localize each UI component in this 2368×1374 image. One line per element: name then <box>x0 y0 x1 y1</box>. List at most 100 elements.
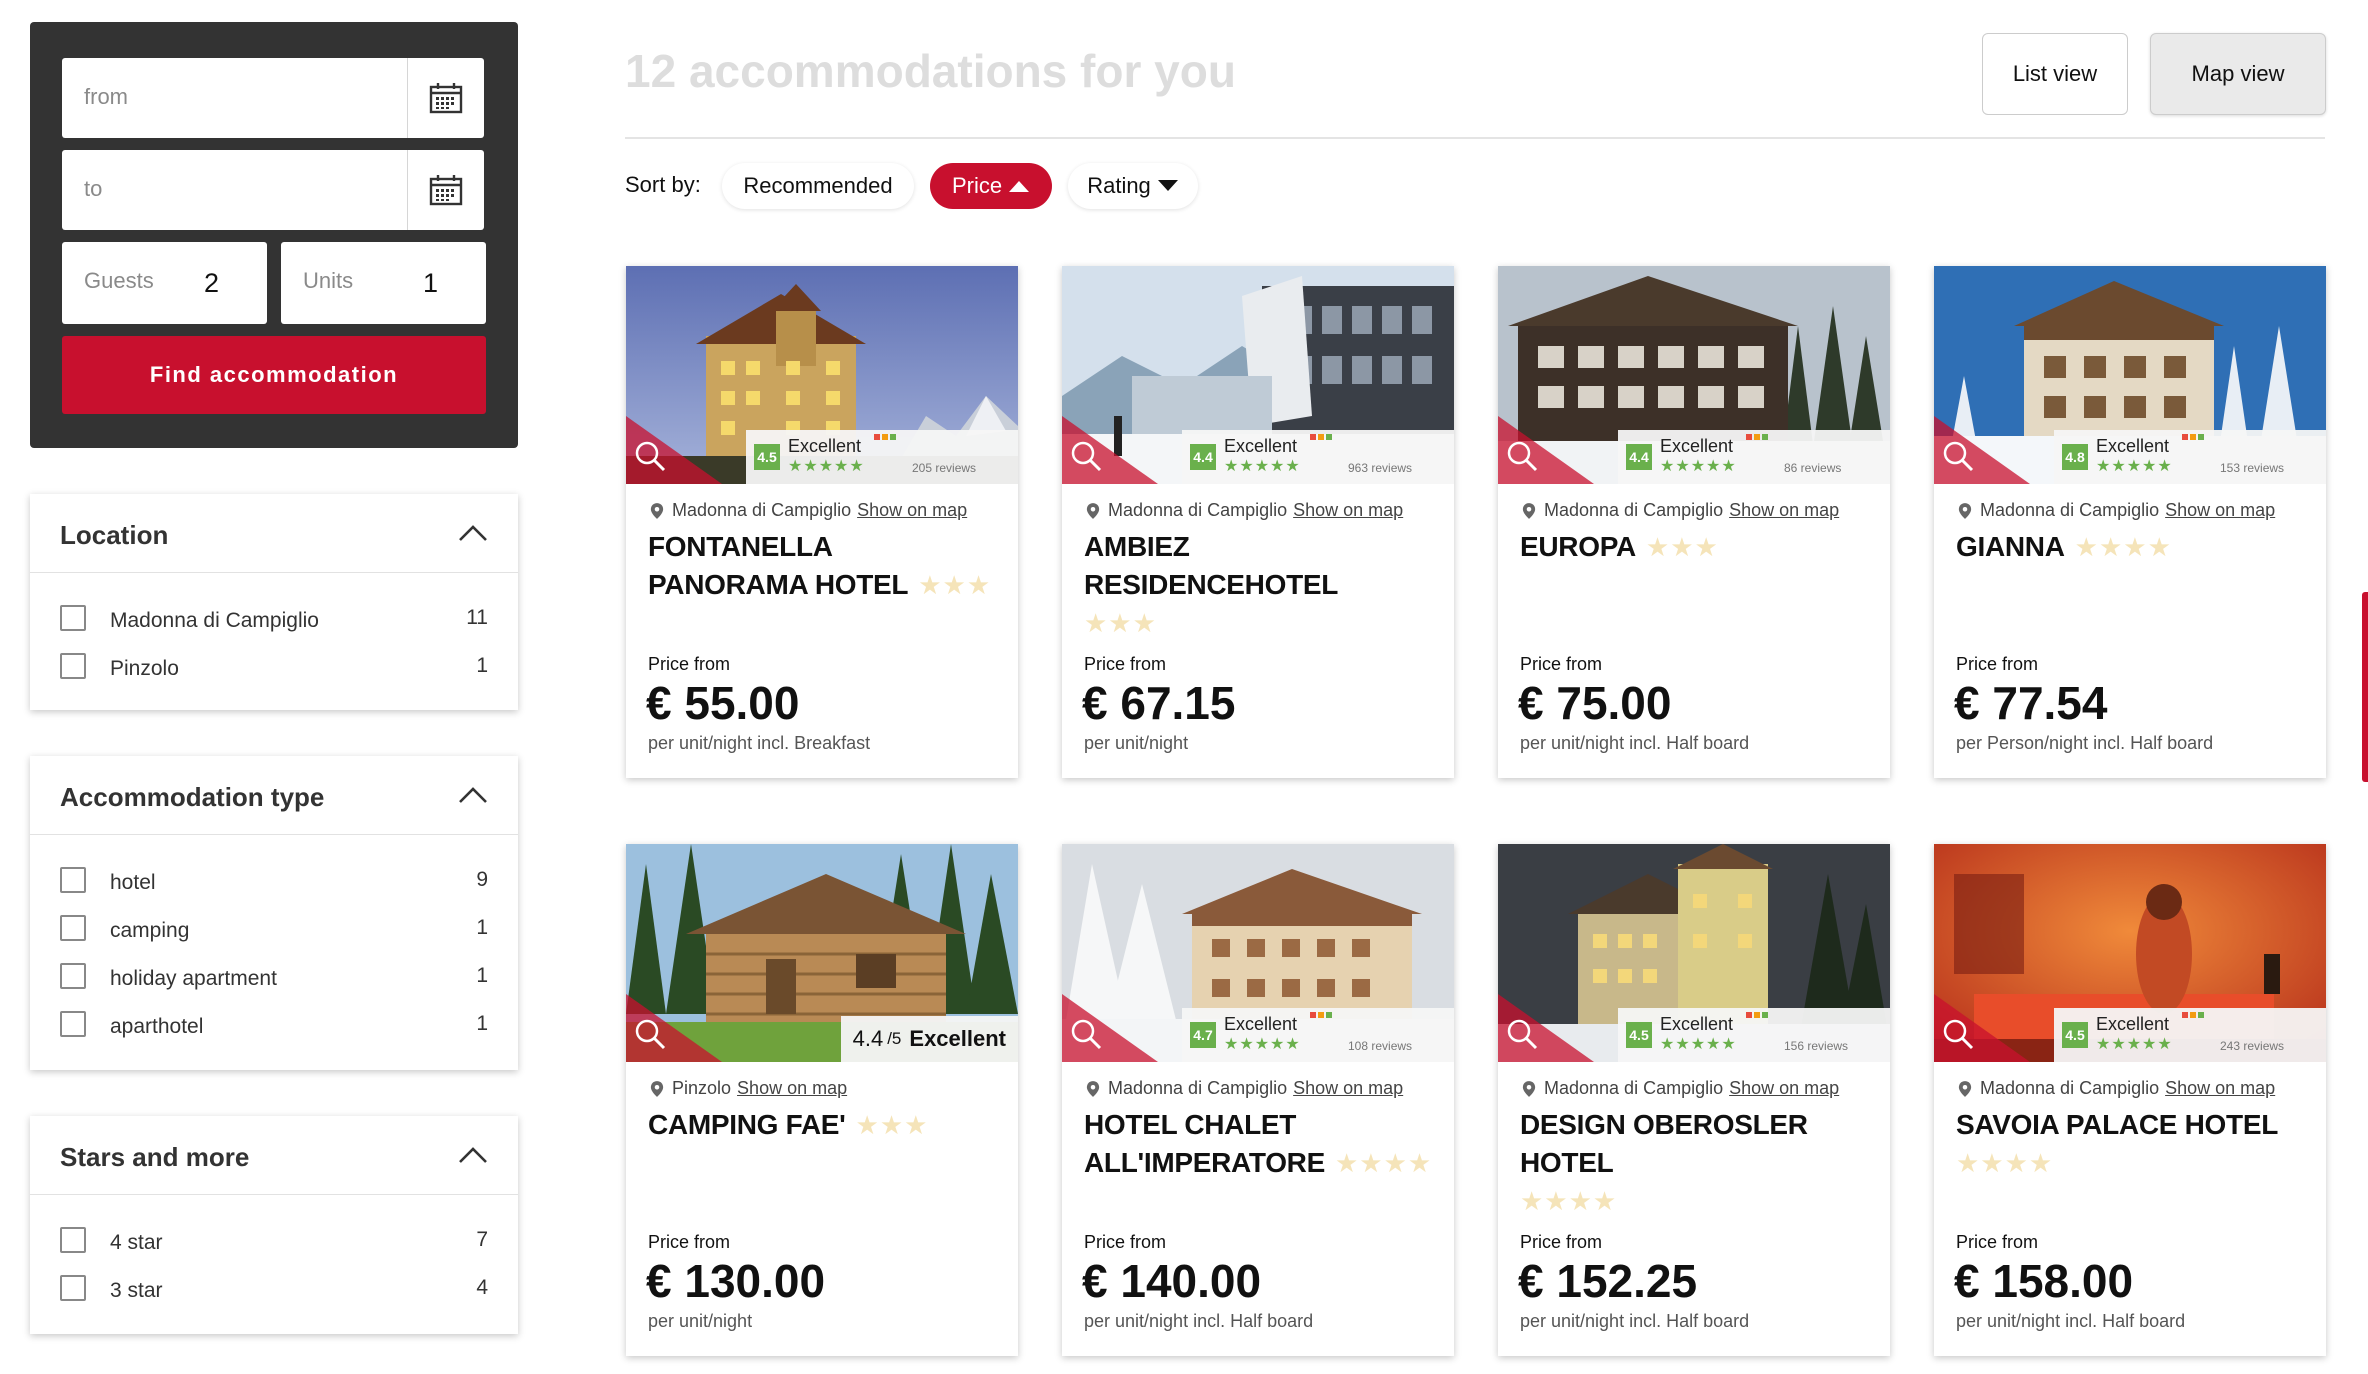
checkbox[interactable] <box>60 867 86 893</box>
hotel-name-block[interactable]: FONTANELLA PANORAMA HOTEL ★★★ <box>648 528 998 604</box>
location-option[interactable]: Pinzolo 1 <box>60 652 488 682</box>
zoom-icon[interactable] <box>632 1016 668 1052</box>
stars-filter-header[interactable]: Stars and more <box>30 1116 518 1195</box>
rating-badge: 4.4 /5 Excellent <box>840 1016 1018 1062</box>
stars-filter-panel: Stars and more 4 star 7 3 star 4 <box>30 1116 518 1334</box>
stars-option[interactable]: 3 star 4 <box>60 1274 488 1304</box>
rating-provider-icon <box>1746 434 1768 440</box>
hotel-name-block[interactable]: EUROPA ★★★ <box>1520 528 1870 566</box>
type-option[interactable]: aparthotel 1 <box>60 1010 488 1040</box>
find-accommodation-button[interactable]: Find accommodation <box>62 336 486 414</box>
list-view-button[interactable]: List view <box>1982 33 2128 115</box>
location-name: Madonna di Campiglio <box>1980 500 2160 520</box>
show-on-map-link[interactable]: Show on map <box>857 500 967 521</box>
hotel-name-block[interactable]: AMBIEZ RESIDENCEHOTEL ★★★ <box>1084 528 1434 642</box>
show-on-map-link[interactable]: Show on map <box>1729 500 1839 521</box>
chevron-up-icon[interactable] <box>458 784 488 804</box>
price-note: per unit/night incl. Half board <box>1084 1311 1314 1331</box>
hotel-stars: ★★★★ <box>1334 1148 1433 1178</box>
chevron-up-icon[interactable] <box>458 522 488 542</box>
location-line: Madonna di Campiglio Show on map <box>650 500 967 521</box>
option-count: 1 <box>476 964 488 987</box>
hotel-stars: ★★★ <box>1084 608 1157 638</box>
zoom-icon[interactable] <box>632 438 668 474</box>
location-option[interactable]: Madonna di Campiglio 11 <box>60 604 488 634</box>
map-view-button[interactable]: Map view <box>2150 33 2326 115</box>
zoom-icon[interactable] <box>1068 438 1104 474</box>
zoom-icon[interactable] <box>1940 1016 1976 1052</box>
type-option[interactable]: camping 1 <box>60 914 488 944</box>
review-count: 86 reviews <box>1784 461 1842 475</box>
triangle-down-icon <box>1157 180 1178 191</box>
sort-price-button[interactable]: Price <box>930 163 1052 209</box>
accommodation-card[interactable]: 4.5 Excellent ★★★★★ 156 reviews Madonna … <box>1498 844 1890 1356</box>
accommodation-type-filter-header[interactable]: Accommodation type <box>30 756 518 835</box>
show-on-map-link[interactable]: Show on map <box>1293 1078 1403 1099</box>
sort-price-label: Price <box>951 173 1003 198</box>
checkbox[interactable] <box>60 1227 86 1253</box>
checkbox[interactable] <box>60 1011 86 1037</box>
zoom-icon[interactable] <box>1504 1016 1540 1052</box>
accommodation-card[interactable]: 4.4 Excellent ★★★★★ 86 reviews Madonna d… <box>1498 266 1890 778</box>
location-filter-header[interactable]: Location <box>30 494 518 573</box>
hotel-stars: ★★★ <box>855 1110 929 1140</box>
calendar-icon[interactable] <box>407 58 484 138</box>
price-note: per unit/night <box>1084 733 1189 753</box>
hotel-stars: ★★★ <box>1645 532 1719 562</box>
chevron-up-icon[interactable] <box>458 1144 488 1164</box>
review-count: 205 reviews <box>912 461 977 475</box>
checkbox[interactable] <box>60 653 86 679</box>
accommodation-card[interactable]: 4.4 Excellent ★★★★★ 963 reviews Madonna … <box>1062 266 1454 778</box>
zoom-icon[interactable] <box>1068 1016 1104 1052</box>
show-on-map-link[interactable]: Show on map <box>2165 500 2275 521</box>
location-name: Madonna di Campiglio <box>1544 500 1724 520</box>
accommodation-card[interactable]: 4.7 Excellent ★★★★★ 108 reviews Madonna … <box>1062 844 1454 1356</box>
stars-option[interactable]: 4 star 7 <box>60 1226 488 1256</box>
review-count: 153 reviews <box>2220 461 2285 475</box>
hotel-stars: ★★★ <box>918 570 992 600</box>
sort-recommended-button[interactable]: Recommended <box>722 163 914 209</box>
hotel-name-block[interactable]: DESIGN OBEROSLER HOTEL ★★★★ <box>1520 1106 1870 1220</box>
score-suffix: /5 <box>887 1029 902 1048</box>
show-on-map-link[interactable]: Show on map <box>737 1078 847 1099</box>
from-date-field[interactable]: from <box>62 58 484 138</box>
checkbox[interactable] <box>60 605 86 631</box>
hotel-name-block[interactable]: SAVOIA PALACE HOTEL ★★★★ <box>1956 1106 2306 1182</box>
show-on-map-link[interactable]: Show on map <box>1293 500 1403 521</box>
location-line: Madonna di Campiglio Show on map <box>1086 1078 1403 1099</box>
hotel-name-block[interactable]: GIANNA ★★★★ <box>1956 528 2306 566</box>
rating-badge: 4.5 Excellent ★★★★★ 156 reviews <box>1618 1008 1890 1062</box>
hotel-name: SAVOIA PALACE HOTEL <box>1956 1109 2279 1140</box>
rating-provider-icon <box>1310 1012 1332 1018</box>
option-count: 11 <box>466 606 488 629</box>
guests-field[interactable]: Guests 2 <box>62 242 267 324</box>
show-on-map-link[interactable]: Show on map <box>2165 1078 2275 1099</box>
zoom-icon[interactable] <box>1940 438 1976 474</box>
rating-label: Excellent <box>1224 436 1298 456</box>
scroll-indicator[interactable] <box>2362 592 2368 782</box>
checkbox[interactable] <box>60 915 86 941</box>
accommodation-card[interactable]: 4.5 Excellent ★★★★★ 243 reviews Madonna … <box>1934 844 2326 1356</box>
accommodation-card[interactable]: 4.5 Excellent ★★★★★ 205 reviews Madonna … <box>626 266 1018 778</box>
checkbox[interactable] <box>60 963 86 989</box>
sort-rating-button[interactable]: Rating <box>1068 163 1198 209</box>
pin-icon <box>650 1080 664 1098</box>
show-on-map-link[interactable]: Show on map <box>1729 1078 1839 1099</box>
calendar-icon[interactable] <box>407 150 484 230</box>
type-option[interactable]: holiday apartment 1 <box>60 962 488 992</box>
price-from-label: Price from <box>1084 1232 1167 1252</box>
checkbox[interactable] <box>60 1275 86 1301</box>
units-field[interactable]: Units 1 <box>281 242 486 324</box>
score: 4.4 <box>852 1026 884 1051</box>
price-from-label: Price from <box>1520 1232 1603 1252</box>
accommodation-card[interactable]: 4.4 /5 Excellent Pinzolo Show on map CAM… <box>626 844 1018 1356</box>
price-note: per unit/night incl. Breakfast <box>648 733 871 753</box>
to-date-field[interactable]: to <box>62 150 484 230</box>
zoom-icon[interactable] <box>1504 438 1540 474</box>
rating-stars: ★★★★★ <box>788 458 865 475</box>
option-label: 3 star <box>110 1279 163 1302</box>
hotel-name-block[interactable]: CAMPING FAE' ★★★ <box>648 1106 998 1144</box>
type-option[interactable]: hotel 9 <box>60 866 488 896</box>
hotel-name-block[interactable]: HOTEL CHALET ALL'IMPERATORE ★★★★ <box>1084 1106 1434 1182</box>
accommodation-card[interactable]: 4.8 Excellent ★★★★★ 153 reviews Madonna … <box>1934 266 2326 778</box>
